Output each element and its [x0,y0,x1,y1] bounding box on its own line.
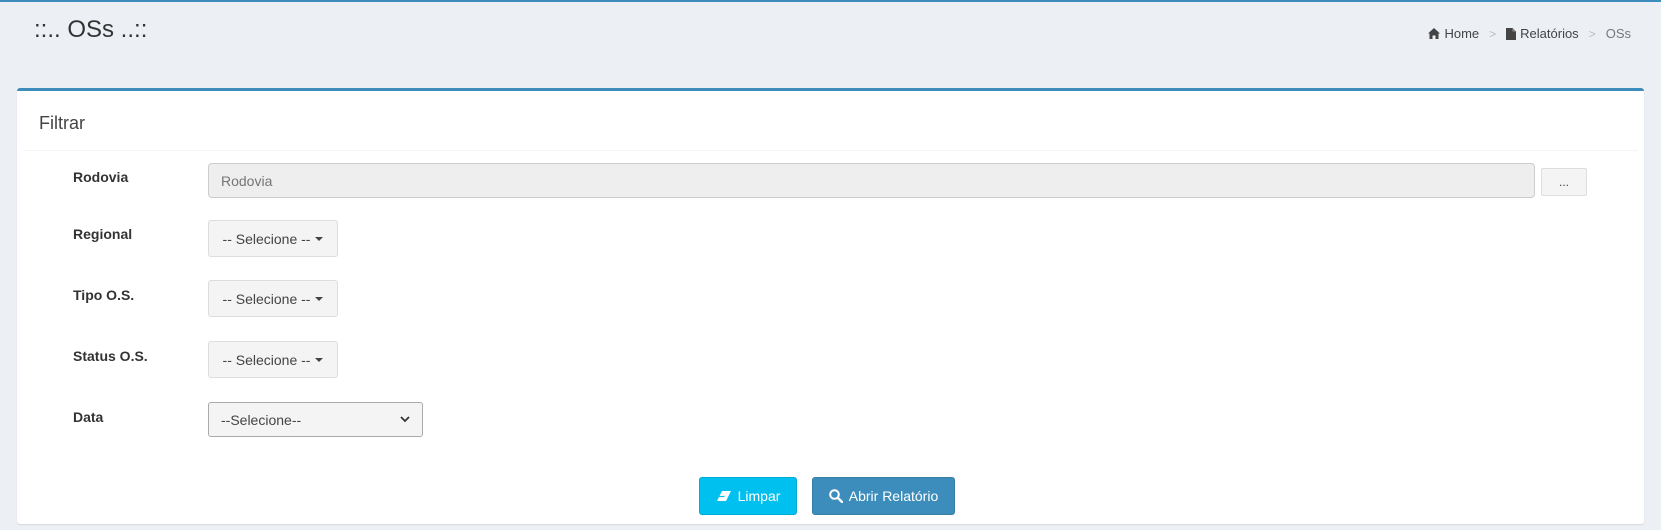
file-icon [1506,27,1517,40]
data-label: Data [73,409,104,425]
clear-button-label: Limpar [737,488,781,504]
rodovia-label: Rodovia [73,169,129,185]
clear-button[interactable]: Limpar [699,477,797,515]
caret-down-icon [315,236,324,241]
page-title: ::.. OSs ..:: [34,16,148,43]
open-report-button-label: Abrir Relatório [848,488,939,504]
tipo-os-select[interactable]: -- Selecione -- [208,280,338,317]
status-os-select[interactable]: -- Selecione -- [208,341,338,378]
tipo-os-label: Tipo O.S. [73,287,135,303]
search-icon [828,489,843,503]
content-header: ::.. OSs ..:: Home > Relatórios > OSs [0,2,1661,88]
breadcrumb-separator: > [1489,26,1497,41]
status-os-label: Status O.S. [73,348,148,364]
breadcrumb: Home > Relatórios > OSs [1428,26,1631,41]
filter-box: Filtrar Rodovia ... Regional -- Selecion… [17,88,1644,524]
data-select-value: --Selecione-- [221,411,302,428]
breadcrumb-home-label: Home [1444,26,1480,41]
regional-select[interactable]: -- Selecione -- [208,220,338,257]
breadcrumb-relatorios-label: Relatórios [1520,26,1579,41]
breadcrumb-current: OSs [1605,26,1631,41]
rodovia-input[interactable] [208,163,1535,198]
breadcrumb-separator: > [1588,26,1596,41]
open-report-button[interactable]: Abrir Relatório [812,477,955,515]
tipo-os-select-value: -- Selecione -- [222,290,311,307]
regional-label: Regional [73,226,133,242]
data-select[interactable]: --Selecione-- [208,402,423,437]
status-os-select-value: -- Selecione -- [222,351,311,368]
rodovia-lookup-button[interactable]: ... [1541,168,1587,196]
caret-down-icon [315,357,324,362]
box-header: Filtrar [23,91,1638,151]
breadcrumb-home[interactable]: Home [1428,26,1479,41]
chevron-down-icon [400,416,410,423]
box-title: Filtrar [39,113,85,133]
breadcrumb-relatorios[interactable]: Relatórios [1506,26,1579,41]
eraser-icon [716,491,731,501]
home-icon [1428,28,1441,39]
regional-select-value: -- Selecione -- [222,230,311,247]
caret-down-icon [315,296,324,301]
